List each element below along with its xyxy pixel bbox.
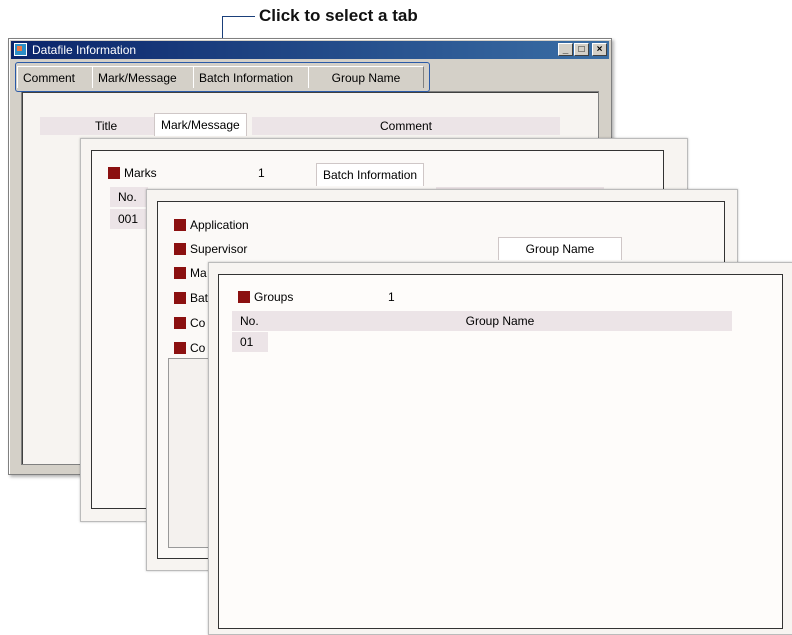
tab-label-batch-information: Batch Information <box>316 163 425 186</box>
title-bar[interactable]: Datafile Information _ □ × <box>11 41 609 59</box>
window-title: Datafile Information <box>32 43 137 57</box>
marker-square-icon <box>174 342 186 354</box>
marker-square-icon <box>174 267 186 279</box>
maximize-button[interactable]: □ <box>574 43 589 56</box>
tab-label-mark-message: Mark/Message <box>154 113 247 136</box>
marker-square-icon <box>174 317 186 329</box>
marker-square-icon <box>108 167 120 179</box>
app-icon <box>14 43 27 56</box>
batch-item: Application <box>174 218 249 232</box>
tab-label-group-name: Group Name <box>498 237 622 260</box>
marker-square-icon <box>174 243 186 255</box>
row-no-cell: 01 <box>232 332 268 352</box>
tab-highlight-box <box>15 62 430 92</box>
callout-line <box>222 16 255 17</box>
callout-label: Click to select a tab <box>259 6 418 25</box>
batch-item: Ma <box>174 266 207 280</box>
batch-text-area <box>168 358 209 548</box>
groups-count: 1 <box>388 290 395 304</box>
marks-count: 1 <box>258 166 265 180</box>
row-no-cell: 001 <box>110 209 148 229</box>
marker-square-icon <box>238 291 250 303</box>
column-header-no: No. <box>232 311 268 331</box>
batch-item: Co <box>174 316 205 330</box>
column-header-no: No. <box>110 187 148 207</box>
close-button[interactable]: × <box>592 43 607 56</box>
column-header-title: Title <box>40 117 158 135</box>
groups-label: Groups <box>238 290 293 304</box>
marks-label: Marks <box>108 166 157 180</box>
batch-item: Co <box>174 341 205 355</box>
marker-square-icon <box>174 292 186 304</box>
column-header-comment: Comment <box>252 117 560 135</box>
batch-item: Supervisor <box>174 242 247 256</box>
marker-square-icon <box>174 219 186 231</box>
batch-item: Bat <box>174 291 208 305</box>
minimize-button[interactable]: _ <box>558 43 573 56</box>
column-header-group-name: Group Name <box>268 311 732 331</box>
